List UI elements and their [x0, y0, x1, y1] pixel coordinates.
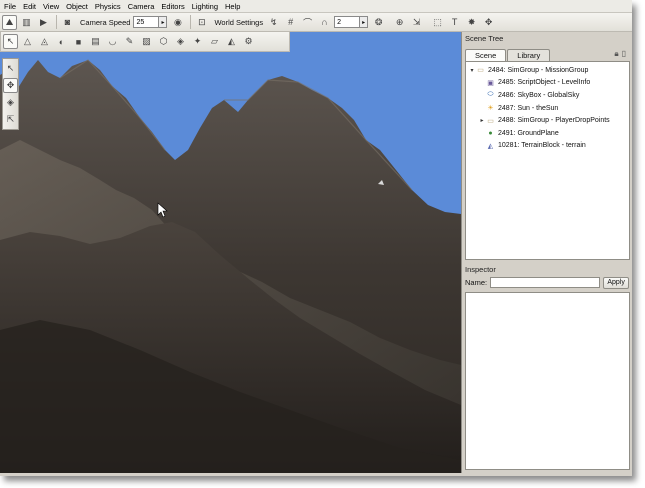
sun-icon: ☀: [487, 105, 494, 113]
menu-bar: File Edit View Object Physics Camera Edi…: [0, 0, 632, 13]
tree-item[interactable]: ● 2491: GroundPlane: [466, 127, 629, 140]
scene-tree-list[interactable]: ▾ ▭ 2484: SimGroup - MissionGroup ▣ 2485: Sc…: [465, 61, 630, 260]
warp-icon[interactable]: ◭: [224, 34, 239, 49]
flatten-icon[interactable]: ▱: [207, 34, 222, 49]
center-icon[interactable]: ⊕: [392, 15, 407, 30]
tree-item[interactable]: ☀ 2487: Sun - theSun: [466, 102, 629, 115]
tree-tool-icons: 🔒︎ ▯: [614, 49, 626, 59]
paint-icon[interactable]: ▨: [139, 34, 154, 49]
move-icon[interactable]: ✥: [3, 78, 18, 93]
apply-button[interactable]: Apply: [603, 276, 630, 289]
tab-library[interactable]: Library: [507, 49, 551, 61]
menu-view[interactable]: View: [43, 2, 64, 11]
scene-tree-tabs: Scene Library: [465, 49, 551, 61]
fullscreen-icon[interactable]: ⊡: [194, 15, 209, 30]
toolbar-separator: [190, 15, 192, 29]
decal-icon[interactable]: ✸: [464, 15, 479, 30]
tree-item-label: 10281: TerrainBlock - terrain: [498, 142, 586, 150]
right-panel: Scene Tree Scene Library 🔒︎ ▯ ▾ ▭ 2484: Si…: [461, 32, 632, 473]
scene-viewport[interactable]: [0, 32, 461, 473]
editor-window: File Edit View Object Physics Camera Edi…: [0, 0, 632, 476]
cube-icon[interactable]: ■: [71, 34, 86, 49]
tree-item[interactable]: ▾ ▭ 2484: SimGroup - MissionGroup: [466, 64, 629, 77]
main-toolbar: ⛰ ▥ ▶ ◙ Camera Speed ▸ ◉ ⊡ World Setting…: [0, 13, 632, 32]
terrain-toolbar: ↖ △ ◬ ◐ ■ ▤ ◡ ✎ ▨ ⬡ ◈ ✦ ▱ ◭ ⚙: [0, 32, 290, 52]
lock-icon[interactable]: 🔒︎: [614, 49, 618, 59]
world-editor-icon[interactable]: ▥: [19, 15, 34, 30]
trash-icon[interactable]: ▯: [622, 49, 626, 59]
camera-icon[interactable]: ◙: [60, 15, 75, 30]
image-icon[interactable]: ▤: [88, 34, 103, 49]
eye-icon[interactable]: ◉: [170, 15, 185, 30]
menu-editors[interactable]: Editors: [161, 2, 189, 11]
expand-arrow-icon[interactable]: ▾: [468, 67, 476, 74]
snap-size-spinner[interactable]: ▸: [360, 16, 369, 28]
magnet-icon[interactable]: ∩: [317, 15, 332, 30]
scale-icon[interactable]: ⇱: [3, 112, 18, 127]
folder-icon: ▭: [487, 117, 494, 125]
tree-item-label: 2484: SimGroup - MissionGroup: [488, 66, 589, 74]
inspector-body: [465, 292, 630, 470]
inspector-title: Inspector: [465, 265, 496, 274]
forest-icon[interactable]: ✥: [481, 15, 496, 30]
menu-help[interactable]: Help: [225, 2, 245, 11]
menu-object[interactable]: Object: [66, 2, 93, 11]
expand-arrow-icon[interactable]: ▸: [478, 117, 486, 124]
camera-speed-spinner[interactable]: ▸: [159, 16, 168, 28]
noise-icon[interactable]: ✦: [190, 34, 205, 49]
menu-lighting[interactable]: Lighting: [192, 2, 223, 11]
object-icon[interactable]: ❂: [371, 15, 386, 30]
tree-item[interactable]: ▣ 2485: ScriptObject - LevelInfo: [466, 77, 629, 90]
smooth-icon[interactable]: ◈: [173, 34, 188, 49]
inspector-name-row: Name: Apply: [465, 276, 630, 289]
menu-camera[interactable]: Camera: [128, 2, 160, 11]
tree-item-label: 2488: SimGroup - PlayerDropPoints: [498, 117, 610, 125]
lower-height-icon[interactable]: ◬: [37, 34, 52, 49]
menu-physics[interactable]: Physics: [95, 2, 126, 11]
select-box-icon[interactable]: ⬚: [430, 15, 445, 30]
toolbar-separator: [56, 15, 57, 29]
tree-item-label: 2487: Sun - theSun: [498, 104, 559, 112]
bounds-icon[interactable]: ⌒: [300, 15, 315, 30]
settings-icon[interactable]: ⚙: [241, 34, 256, 49]
tree-item[interactable]: ◭ 10281: TerrainBlock - terrain: [466, 140, 629, 153]
tree-item-label: 2486: SkyBox - GlobalSky: [498, 91, 580, 99]
world-settings-label[interactable]: World Settings: [214, 18, 263, 27]
name-label: Name:: [465, 278, 488, 287]
side-toolbar: ↖ ✥ ◈ ⇱: [2, 58, 19, 130]
select-arrow-icon[interactable]: ↖: [3, 34, 18, 49]
text-icon[interactable]: T: [447, 15, 462, 30]
ground-plane-icon: ●: [488, 129, 493, 137]
drop-icon[interactable]: ⇲: [409, 15, 424, 30]
camera-speed-label: Camera Speed: [80, 17, 131, 27]
menu-file[interactable]: File: [4, 2, 21, 11]
script-object-icon: ▣: [487, 79, 494, 87]
tab-scene[interactable]: Scene: [465, 49, 507, 61]
terrain-render: [0, 32, 461, 473]
play-icon[interactable]: ▶: [36, 15, 51, 30]
raise-height-icon[interactable]: △: [20, 34, 35, 49]
brush-icon[interactable]: ✎: [122, 34, 137, 49]
tree-item[interactable]: ▸ ▭ 2488: SimGroup - PlayerDropPoints: [466, 114, 629, 127]
pointer-icon[interactable]: ↖: [3, 61, 18, 76]
tree-item[interactable]: ⬭ 2486: SkyBox - GlobalSky: [466, 89, 629, 102]
tree-item-label: 2485: ScriptObject - LevelInfo: [498, 79, 591, 87]
rotate-icon[interactable]: ◈: [3, 95, 18, 110]
skybox-icon: ⬭: [487, 91, 494, 99]
camera-speed-input[interactable]: [133, 16, 160, 28]
snap-terrain-icon[interactable]: ↯: [266, 15, 281, 30]
terrain-icon: ◭: [487, 142, 494, 150]
grid-icon[interactable]: #: [283, 15, 298, 30]
vertex-icon[interactable]: ⬡: [156, 34, 171, 49]
scene-tree-title: Scene Tree: [465, 34, 504, 43]
snap-size-input[interactable]: [334, 16, 361, 28]
menu-edit[interactable]: Edit: [23, 2, 41, 11]
tree-item-label: 2491: GroundPlane: [498, 129, 559, 137]
bowl-icon[interactable]: ◡: [105, 34, 120, 49]
folder-icon: ▭: [477, 67, 484, 75]
sphere-icon[interactable]: ◐: [54, 34, 69, 49]
name-input[interactable]: [490, 277, 601, 288]
terrain-editor-icon[interactable]: ⛰: [2, 14, 17, 30]
